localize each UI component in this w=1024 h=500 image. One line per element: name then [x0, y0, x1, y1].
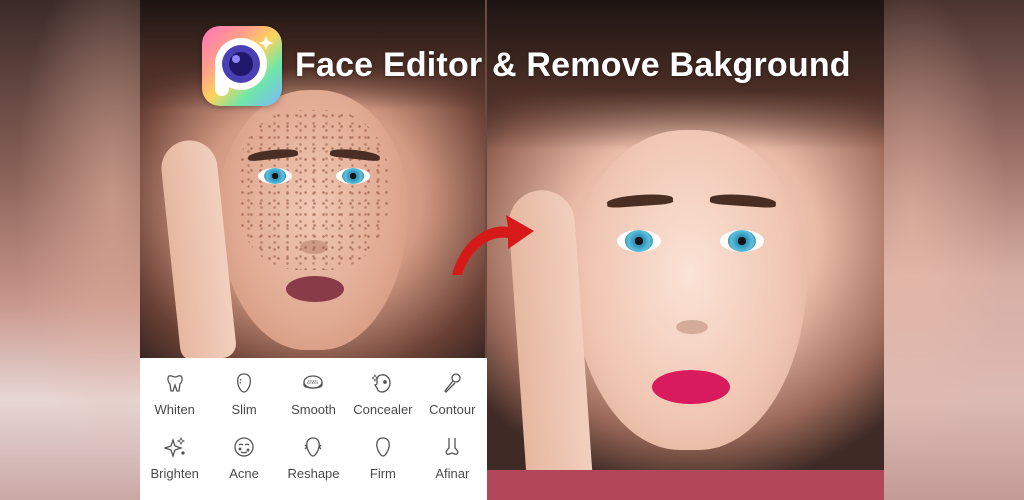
tool-label: Contour — [429, 402, 476, 417]
nose — [300, 240, 328, 254]
tool-label: Brighten — [150, 466, 199, 481]
tool-label: Whiten — [154, 402, 195, 417]
tooth-icon — [164, 372, 186, 394]
shirt — [487, 470, 884, 500]
face-reshape-icon — [302, 436, 324, 458]
nose-icon — [441, 436, 463, 458]
right-eyebrow — [709, 192, 777, 209]
face-firm-icon — [372, 436, 394, 458]
face-outline-icon — [233, 372, 255, 394]
tool-label: Concealer — [353, 402, 413, 417]
tool-label: Reshape — [287, 466, 340, 481]
right-blurred-background — [884, 0, 1024, 500]
acne-tool[interactable]: Acne — [209, 436, 278, 500]
afinar-tool[interactable]: Afinar — [418, 436, 487, 500]
brighten-tool[interactable]: Brighten — [140, 436, 209, 500]
compact-powder-icon — [302, 372, 324, 394]
app-logo — [202, 26, 282, 106]
left-blurred-background — [0, 0, 140, 500]
face-dot-icon — [371, 372, 394, 394]
contour-tool[interactable]: Contour — [418, 372, 487, 436]
right-eye — [720, 230, 764, 252]
right-eye — [336, 168, 370, 184]
left-eyebrow — [606, 192, 674, 209]
tool-label: Smooth — [291, 402, 336, 417]
nose — [676, 320, 708, 334]
slim-tool[interactable]: Slim — [209, 372, 278, 436]
reshape-tool[interactable]: Reshape — [279, 436, 348, 500]
lips — [286, 276, 344, 302]
app-title: Face Editor & Remove Bakground — [295, 46, 851, 84]
face-acne-icon — [233, 436, 255, 458]
firm-tool[interactable]: Firm — [348, 436, 417, 500]
before-after-arrow-icon — [452, 215, 534, 275]
tool-label: Slim — [231, 402, 257, 417]
face-after — [572, 130, 807, 450]
sparkle-icon — [163, 436, 186, 458]
camera-lens-p-logo-icon — [215, 36, 273, 96]
concealer-tool[interactable]: Concealer — [348, 372, 417, 436]
tool-label: Acne — [229, 466, 259, 481]
lips — [652, 370, 730, 404]
whiten-tool[interactable]: Whiten — [140, 372, 209, 436]
left-eye — [617, 230, 661, 252]
face-before — [218, 90, 408, 350]
tool-label: Firm — [369, 466, 396, 481]
left-eye — [258, 168, 292, 184]
smooth-tool[interactable]: Smooth — [279, 372, 348, 436]
brush-icon — [441, 372, 463, 394]
tool-label: Afinar — [435, 466, 470, 481]
beauty-toolbar: Whiten Slim Smooth Concealer Contour Bri… — [140, 358, 487, 500]
